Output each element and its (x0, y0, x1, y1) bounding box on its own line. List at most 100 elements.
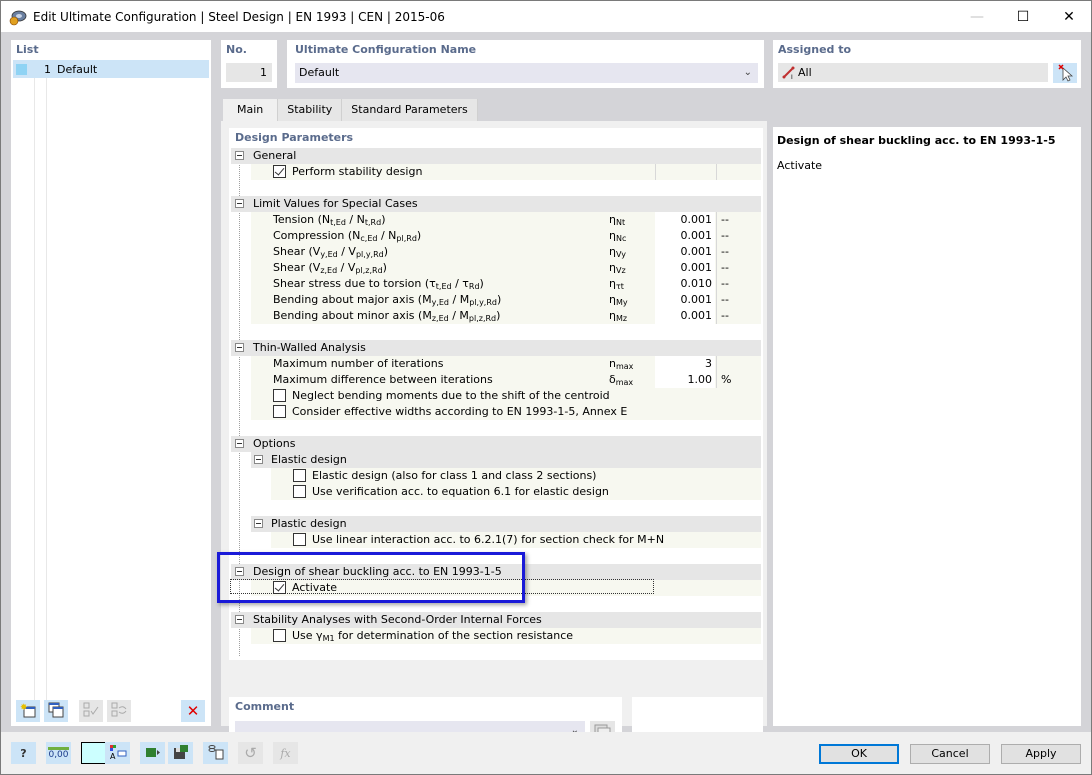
export-button[interactable] (140, 742, 165, 764)
limit-value-input[interactable]: 0.001 (655, 260, 715, 276)
number-field[interactable]: 1 (226, 63, 272, 82)
svg-text:I: I (791, 74, 793, 79)
member-icon: I (782, 65, 796, 85)
group-thin-walled[interactable]: Thin-Walled Analysis (231, 340, 761, 356)
save-icon (172, 744, 190, 763)
group-options[interactable]: Options (231, 436, 761, 452)
collapse-icon[interactable] (235, 343, 244, 352)
effective-widths-label: Consider effective widths according to E… (292, 405, 628, 418)
limit-value-unit: -- (716, 228, 761, 244)
limit-value-symbol: ηNt (609, 213, 626, 227)
display-properties-icon: A (109, 744, 127, 763)
perform-stability-row[interactable]: Perform stability design (251, 164, 761, 180)
delete-icon: ✕ (186, 702, 200, 720)
collapse-icon[interactable] (235, 199, 244, 208)
config-name-select[interactable]: Default ⌄ (295, 63, 758, 83)
save-button[interactable] (168, 742, 193, 764)
ok-button[interactable]: OK (819, 744, 899, 764)
formula-icon: fx (280, 746, 291, 760)
comment-label: Comment (235, 700, 295, 713)
assigned-to-field[interactable]: I All (778, 63, 1048, 82)
limit-value-symbol: ηMy (609, 293, 628, 307)
select-in-model-button[interactable] (1053, 63, 1077, 83)
limit-value-input[interactable]: 0.001 (655, 228, 715, 244)
new-item-icon: ✸ (20, 702, 36, 721)
max-difference-symbol: δmax (609, 373, 634, 387)
collapse-icon[interactable] (235, 439, 244, 448)
copy-item-button[interactable] (44, 700, 68, 722)
tab-standard-parameters[interactable]: Standard Parameters (342, 99, 478, 121)
cancel-button[interactable]: Cancel (910, 744, 990, 764)
list-toolbar: ✸ ✕ (11, 700, 211, 726)
group-general[interactable]: General (231, 148, 761, 164)
max-iterations-input[interactable]: 3 (655, 356, 715, 372)
empty-cell (655, 164, 715, 180)
list-label: List (16, 43, 39, 56)
group-second-order-label: Stability Analyses with Second-Order Int… (253, 613, 542, 626)
linear-interaction-row[interactable]: Use linear interaction acc. to 6.2.1(7) … (271, 532, 761, 548)
reset-button[interactable]: ↺ (238, 742, 263, 764)
display-properties-button[interactable]: A (105, 742, 130, 764)
tab-stability[interactable]: Stability (278, 99, 343, 121)
max-difference-label: Maximum difference between iterations (273, 373, 493, 386)
limit-value-input[interactable]: 0.001 (655, 244, 715, 260)
subgroup-plastic-design[interactable]: Plastic design (251, 516, 761, 532)
use-gamma-checkbox[interactable] (273, 629, 286, 642)
limit-value-input[interactable]: 0.001 (655, 292, 715, 308)
check-all-button[interactable] (79, 700, 103, 722)
color-button[interactable] (81, 742, 106, 764)
list-column-divider (46, 60, 47, 700)
toggle-check-button[interactable] (107, 700, 131, 722)
use-gamma-row[interactable]: Use γM1 for determination of the section… (251, 628, 761, 644)
toggle-check-icon (111, 702, 127, 721)
delete-item-button[interactable]: ✕ (181, 700, 205, 722)
max-iterations-symbol: nmax (609, 357, 634, 371)
neglect-bending-label: Neglect bending moments due to the shift… (292, 389, 610, 402)
list-column-divider (34, 60, 35, 700)
svg-text:A: A (110, 752, 116, 760)
group-limit-values[interactable]: Limit Values for Special Cases (231, 196, 761, 212)
collapse-icon[interactable] (235, 615, 244, 624)
effective-widths-row[interactable]: Consider effective widths according to E… (251, 404, 761, 420)
highlight-annotation-box (217, 552, 525, 603)
formula-button[interactable]: fx (273, 742, 298, 764)
config-name-label: Ultimate Configuration Name (295, 43, 477, 56)
collapse-icon[interactable] (254, 455, 263, 464)
elastic-eq61-checkbox[interactable] (293, 485, 306, 498)
dialog-body: List 1 Default ✸ ✕ No. 1 Ultimate Config… (1, 32, 1091, 747)
effective-widths-checkbox[interactable] (273, 405, 286, 418)
limit-value-input[interactable]: 0.001 (655, 308, 715, 324)
apply-button[interactable]: Apply (1001, 744, 1081, 764)
elastic-eq61-row[interactable]: Use verification acc. to equation 6.1 fo… (271, 484, 761, 500)
minimize-button[interactable]: — (954, 1, 1000, 32)
close-button[interactable]: ✕ (1046, 1, 1092, 32)
new-item-button[interactable]: ✸ (16, 700, 40, 722)
group-second-order[interactable]: Stability Analyses with Second-Order Int… (231, 612, 761, 628)
limit-value-row: Tension (Nt,Ed / Nt,Rd) ηNt 0.001 -- (251, 212, 761, 228)
config-name-panel: Ultimate Configuration Name Default ⌄ (287, 40, 764, 88)
list-item[interactable]: 1 Default (13, 60, 209, 78)
tab-main[interactable]: Main (223, 99, 279, 121)
group-general-label: General (253, 149, 297, 162)
description-text: Activate (777, 159, 823, 172)
collapse-icon[interactable] (235, 151, 244, 160)
maximize-button[interactable]: ☐ (1000, 1, 1046, 32)
collapse-icon[interactable] (254, 519, 263, 528)
max-iterations-label: Maximum number of iterations (273, 357, 444, 370)
limit-value-row: Bending about major axis (My,Ed / Mpl,y,… (251, 292, 761, 308)
help-button[interactable]: ? (11, 742, 36, 764)
subgroup-elastic-design[interactable]: Elastic design (251, 452, 761, 468)
units-button[interactable]: 0,00 (46, 742, 71, 764)
limit-value-symbol: ηVy (609, 245, 626, 259)
limit-value-input[interactable]: 0.010 (655, 276, 715, 292)
neglect-bending-row[interactable]: Neglect bending moments due to the shift… (251, 388, 761, 404)
elastic-class-row[interactable]: Elastic design (also for class 1 and cla… (271, 468, 761, 484)
linear-interaction-checkbox[interactable] (293, 533, 306, 546)
max-difference-input[interactable]: 1.00 (655, 372, 715, 388)
neglect-bending-checkbox[interactable] (273, 389, 286, 402)
limit-value-input[interactable]: 0.001 (655, 212, 715, 228)
group-limit-values-label: Limit Values for Special Cases (253, 197, 418, 210)
import-button[interactable] (203, 742, 228, 764)
elastic-class-checkbox[interactable] (293, 469, 306, 482)
perform-stability-checkbox[interactable] (273, 165, 286, 178)
